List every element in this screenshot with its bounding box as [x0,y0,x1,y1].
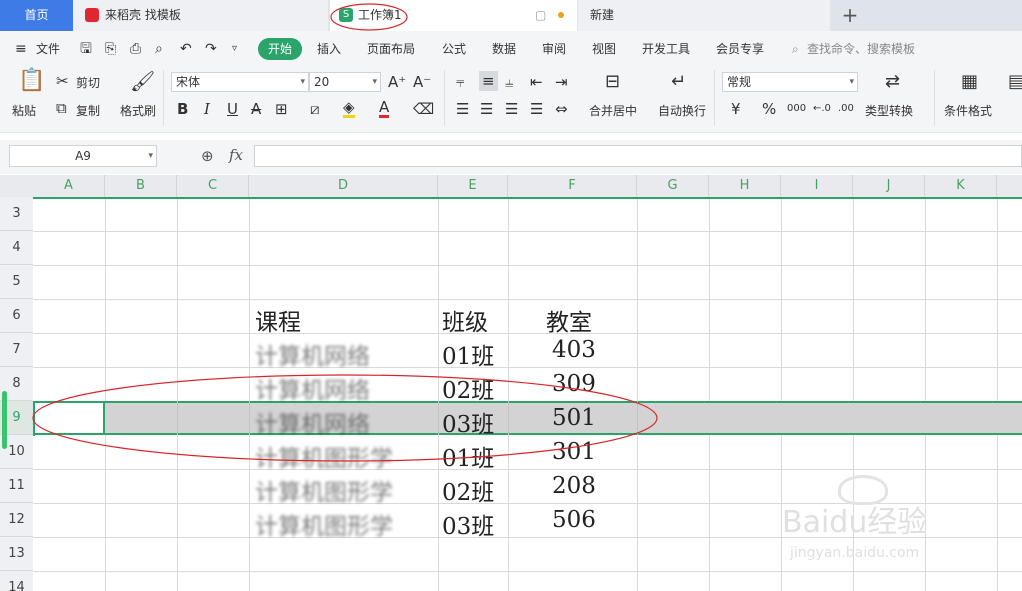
annotation-ellipse-tab [330,3,408,31]
annotation-layer [32,3,658,462]
annotation-ellipse-row [32,374,658,462]
